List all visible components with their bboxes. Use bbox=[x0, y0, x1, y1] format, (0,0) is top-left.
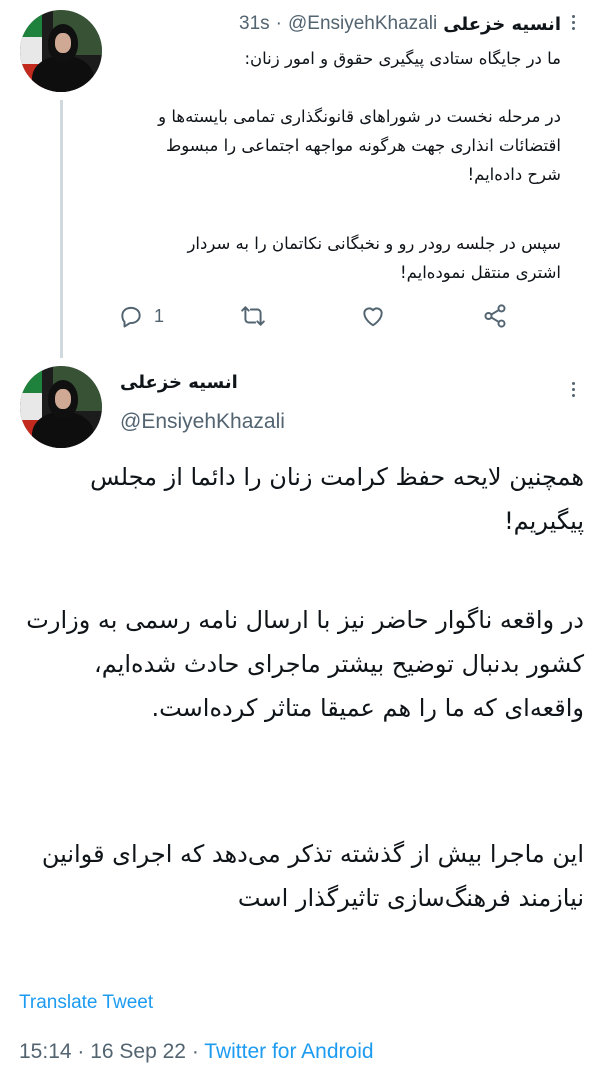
retweet-icon bbox=[241, 306, 265, 326]
user-handle[interactable]: @EnsiyehKhazali bbox=[120, 410, 285, 434]
user-handle[interactable]: @EnsiyehKhazali bbox=[288, 13, 437, 35]
separator-dot: · bbox=[186, 1040, 205, 1063]
tweet-text-paragraph: همچنین لایحه حفظ کرامت زنان را دائما از … bbox=[90, 463, 584, 535]
separator-dot: · bbox=[275, 13, 282, 34]
reply-button[interactable]: 1 bbox=[118, 300, 164, 332]
tweet-text-paragraph: در واقعه ناگوار حاضر نیز با ارسال نامه ر… bbox=[26, 606, 584, 722]
separator-dot: · bbox=[71, 1040, 91, 1063]
share-button[interactable] bbox=[482, 300, 508, 332]
tweet-text-paragraph: سپس در جلسه رودر رو و نخبگانی نکاتمان را… bbox=[187, 234, 561, 282]
tweet-source-link[interactable]: Twitter for Android bbox=[204, 1040, 373, 1063]
heart-icon bbox=[363, 307, 383, 327]
tweet-metadata: 15:14 · 16 Sep 22 · Twitter for Android bbox=[19, 1040, 374, 1064]
tweet-date: 16 Sep 22 bbox=[90, 1040, 186, 1063]
reply-count: 1 bbox=[154, 305, 165, 326]
tweet-text-paragraph: این ماجرا بیش از گذشته تذکر می‌دهد که اج… bbox=[41, 840, 584, 912]
translate-tweet-link[interactable]: Translate Tweet bbox=[19, 992, 153, 1014]
tweet-timestamp[interactable]: 31s bbox=[239, 13, 270, 35]
retweet-button[interactable] bbox=[240, 300, 266, 332]
like-button[interactable] bbox=[360, 300, 386, 332]
tweet-text-paragraph: ما در جایگاه ستادی پیگیری حقوق و امور زن… bbox=[244, 49, 561, 68]
display-name[interactable]: انسیه خزعلی bbox=[120, 372, 320, 402]
tweet-header: انسیه خزعلی @EnsiyehKhazali · 31s bbox=[121, 10, 561, 38]
display-name[interactable]: انسیه خزعلی bbox=[443, 14, 561, 35]
more-options-icon[interactable] bbox=[561, 377, 585, 401]
avatar[interactable] bbox=[20, 366, 102, 448]
avatar[interactable] bbox=[20, 10, 102, 92]
reply-icon bbox=[121, 306, 141, 328]
thread-connector-line bbox=[60, 100, 63, 358]
tweet-action-bar: 1 bbox=[110, 300, 540, 332]
more-options-icon[interactable] bbox=[561, 10, 585, 34]
tweet-time: 15:14 bbox=[19, 1040, 72, 1063]
share-icon bbox=[484, 304, 506, 328]
tweet-text-paragraph: در مرحله نخست در شوراهای قانونگذاری تمام… bbox=[158, 107, 561, 184]
